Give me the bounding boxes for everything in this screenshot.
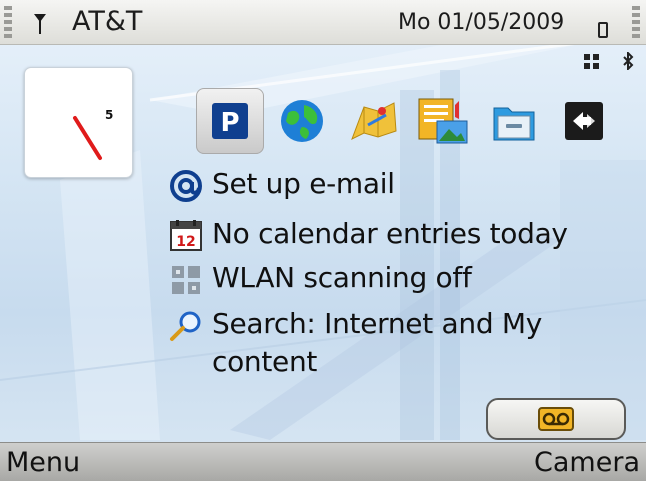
calendar-item[interactable]: 12 No calendar entries today [168, 214, 638, 254]
calendar-label: No calendar entries today [212, 217, 568, 250]
softkey-bar: Menu Camera [0, 442, 646, 481]
folder-icon [493, 107, 535, 141]
email-setup-label: Set up e-mail [212, 167, 395, 200]
globe-icon [281, 100, 323, 142]
status-bar: AT&T Mo 01/05/2009 [0, 0, 646, 45]
date-display: Mo 01/05/2009 [398, 10, 565, 35]
wlan-item[interactable]: WLAN scanning off [168, 258, 638, 298]
shortcut-files[interactable] [480, 88, 548, 154]
gallery-icon [418, 98, 468, 144]
clock-hand [73, 116, 102, 160]
shortcut-bar: P [196, 88, 616, 154]
map-icon [351, 102, 397, 141]
p-icon: P [212, 103, 248, 139]
shortcut-gallery[interactable] [410, 88, 478, 154]
voicemail-button[interactable] [486, 398, 626, 440]
search-label: Search: Internet and My [212, 307, 543, 340]
camera-softkey[interactable]: Camera [534, 447, 640, 478]
search-item[interactable]: Search: Internet and My content [168, 304, 638, 384]
email-setup-item[interactable]: Set up e-mail [168, 164, 638, 204]
wlan-label: WLAN scanning off [212, 261, 472, 294]
search-icon [170, 311, 201, 341]
voicemail-icon [538, 407, 574, 431]
bluetooth-icon [623, 52, 634, 70]
active-apps-icon [584, 54, 599, 69]
svg-text:P: P [220, 108, 239, 138]
wlan-icon [172, 266, 200, 294]
shortcut-sync[interactable] [550, 88, 618, 154]
search-label-line2: content [212, 345, 318, 378]
email-at-icon [170, 170, 202, 202]
battery-level-icon [632, 6, 640, 40]
shortcut-parking[interactable]: P [196, 88, 264, 154]
operator-name: AT&T [72, 6, 143, 37]
sync-icon [565, 102, 603, 140]
antenna-icon [34, 14, 46, 34]
calendar-day-number: 12 [176, 234, 195, 250]
clock-number: 5 [105, 108, 114, 122]
shortcut-maps[interactable] [340, 88, 408, 154]
calendar-icon: 12 [170, 220, 202, 251]
clock-widget[interactable] [24, 67, 133, 178]
signal-strength-icon [4, 6, 12, 40]
menu-softkey[interactable]: Menu [6, 447, 80, 478]
shortcut-web[interactable] [268, 88, 336, 154]
battery-icon [598, 22, 608, 38]
home-screen: AT&T Mo 01/05/2009 5 P Set up e-mail 12 … [0, 0, 646, 481]
